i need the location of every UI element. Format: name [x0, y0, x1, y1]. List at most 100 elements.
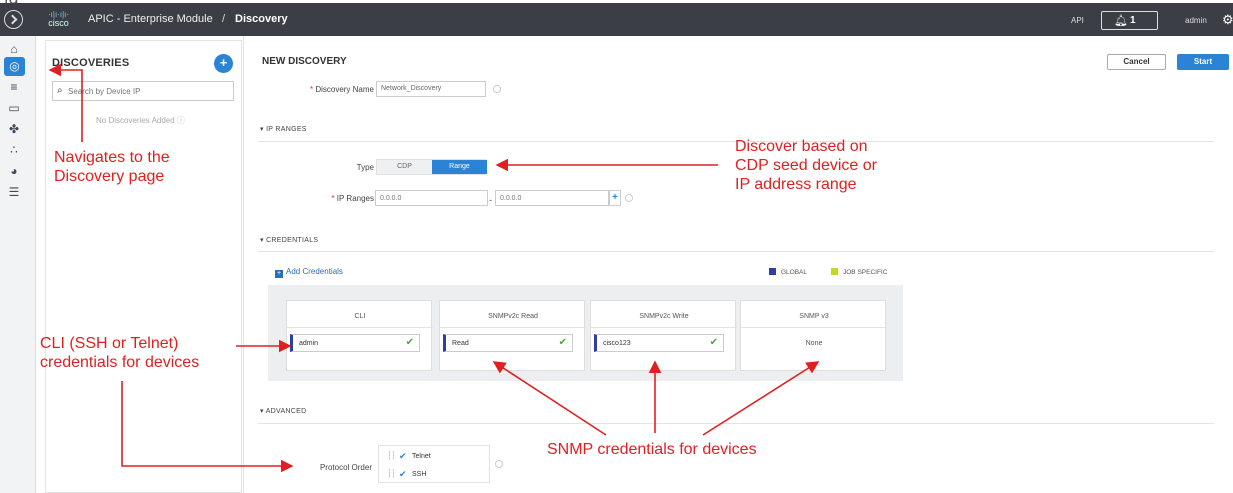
annotation-snmp: SNMP credentials for devices — [547, 441, 757, 458]
settings-list-icon[interactable]: ☰ — [7, 185, 21, 199]
home-icon[interactable]: ⌂ — [7, 42, 21, 56]
check-icon: ✔ — [558, 337, 567, 348]
snmp-v3-card: SNMP v3 None — [740, 300, 887, 371]
cli-credential-select[interactable]: admin ✔ — [290, 334, 420, 352]
plug-and-play-icon[interactable]: ◕ — [7, 164, 21, 178]
annotation-cli: CLI (SSH or Telnet) credentials for devi… — [40, 334, 199, 372]
start-button[interactable]: Start — [1177, 54, 1229, 70]
annotation-line: CDP seed device or — [735, 157, 877, 174]
empty-message: No Discoveries Added ⓘ — [96, 115, 185, 126]
info-icon: ⓘ — [176, 116, 185, 125]
discovery-name-label-text: Discovery Name — [315, 85, 374, 94]
new-discovery-form: NEW DISCOVERY Cancel Start * Discovery N… — [243, 36, 1233, 493]
discovery-name-label: * Discovery Name — [292, 85, 374, 94]
path-trace-icon[interactable]: ∴ — [7, 143, 21, 157]
annotation-line: IP address range — [735, 176, 857, 193]
notifications-button[interactable]: 🔔︎ 1 — [1101, 11, 1158, 30]
divider — [258, 251, 1214, 252]
card-header: SNMPv2c Write — [639, 313, 689, 320]
ip-ranges-section-toggle[interactable]: IP RANGES — [260, 125, 307, 133]
type-option-cdp[interactable]: CDP — [377, 160, 432, 174]
required-mark: * — [331, 194, 335, 203]
credential-value: admin — [299, 340, 319, 347]
advanced-section-toggle[interactable]: ADVANCED — [260, 407, 306, 415]
gear-icon[interactable]: ⚙ — [1222, 12, 1233, 28]
cli-credential-card: CLI admin ✔ — [286, 300, 433, 371]
user-menu[interactable]: admin — [1185, 16, 1207, 25]
annotation-line: Navigates to the — [54, 149, 170, 166]
expand-icon[interactable] — [4, 10, 23, 29]
app-title[interactable]: APIC - Enterprise Module — [88, 13, 213, 25]
legend-global: GLOBAL — [769, 268, 807, 276]
ip-ranges-label: * IP Ranges — [292, 194, 374, 203]
add-ip-range-button[interactable]: + — [609, 190, 621, 206]
type-option-range[interactable]: Range — [432, 160, 487, 174]
api-link[interactable]: API — [1071, 16, 1084, 25]
plus-icon: + — [275, 270, 283, 278]
cisco-logo-word: cisco — [48, 18, 69, 28]
divider — [741, 327, 887, 328]
database-icon[interactable]: ≡ — [7, 80, 21, 94]
divider — [258, 423, 1214, 424]
drag-handle-icon[interactable]: ┆┆ — [387, 451, 396, 460]
cancel-button[interactable]: Cancel — [1107, 54, 1166, 70]
protocol-order-label: Protocol Order — [319, 463, 372, 472]
ip-ranges-label-text: IP Ranges — [336, 194, 374, 203]
snmp-v3-value[interactable]: None — [741, 340, 887, 347]
top-bar: ·ı|ı·ı|ı· cisco APIC - Enterprise Module… — [0, 3, 1233, 36]
credential-value: cisco123 — [603, 340, 631, 347]
snmpv2c-read-select[interactable]: Read ✔ — [443, 334, 573, 352]
ip-range-end-input[interactable] — [495, 190, 609, 206]
snmpv2c-write-card: SNMPv2c Write cisco123 ✔ — [590, 300, 737, 371]
annotation-line: Discover based on — [735, 138, 868, 155]
divider — [591, 327, 737, 328]
add-credentials-label: Add Credentials — [286, 267, 343, 276]
ip-range-dash: - — [489, 195, 492, 205]
card-header: CLI — [354, 313, 366, 320]
protocol-label: SSH — [412, 471, 427, 478]
form-title: NEW DISCOVERY — [262, 56, 347, 67]
legend-job-specific: JOB SPECIFIC — [831, 268, 887, 276]
info-icon — [495, 460, 503, 468]
add-discovery-button[interactable]: + — [214, 54, 233, 73]
card-header: SNMP v3 — [799, 313, 829, 320]
check-icon[interactable]: ✔ — [399, 451, 407, 462]
annotation-line: CLI (SSH or Telnet) — [40, 335, 179, 352]
discovery-name-field[interactable]: Network_Discovery — [376, 81, 486, 97]
topology-icon[interactable]: ✤ — [7, 122, 21, 136]
ip-range-start-input[interactable] — [375, 190, 488, 206]
page: ig ·ı|ı·ı|ı· cisco APIC - Enterprise Mod… — [0, 0, 1233, 493]
snmpv2c-write-select[interactable]: cisco123 ✔ — [594, 334, 724, 352]
protocol-row-ssh[interactable]: ┆┆ ✔ SSH — [379, 466, 491, 484]
divider — [287, 327, 433, 328]
legend-global-label: GLOBAL — [781, 269, 808, 276]
info-icon — [625, 194, 633, 202]
annotation-navigates: Navigates to the Discovery page — [54, 148, 170, 186]
notification-count: 1 — [1130, 15, 1136, 26]
search-input[interactable] — [68, 85, 228, 97]
annotation-line: Discovery page — [54, 168, 165, 185]
add-credentials-link[interactable]: + Add Credentials — [275, 267, 343, 278]
breadcrumb-separator: / — [222, 13, 226, 25]
search-icon: ⌕ — [57, 85, 63, 96]
legend-swatch — [769, 268, 776, 275]
protocol-label: Telnet — [412, 453, 431, 460]
legend-swatch — [831, 268, 838, 275]
card-header: SNMPv2c Read — [488, 313, 538, 320]
drag-handle-icon[interactable]: ┆┆ — [387, 469, 396, 478]
legend-job-specific-label: JOB SPECIFIC — [843, 269, 888, 276]
annotation-discover-based: Discover based on CDP seed device or IP … — [735, 137, 877, 194]
monitor-icon[interactable]: ▭ — [7, 101, 21, 115]
search-box[interactable]: ⌕ — [52, 81, 234, 101]
credentials-section-toggle[interactable]: CREDENTIALS — [260, 236, 318, 244]
discoveries-title: DISCOVERIES — [52, 57, 130, 69]
snmpv2c-read-card: SNMPv2c Read Read ✔ — [439, 300, 586, 371]
icon-rail: ⌂ ◎ ≡ ▭ ✤ ∴ ◕ ☰ — [0, 36, 36, 493]
check-icon: ✔ — [709, 337, 718, 348]
check-icon[interactable]: ✔ — [399, 469, 407, 480]
type-label: Type — [356, 163, 374, 172]
protocol-row-telnet[interactable]: ┆┆ ✔ Telnet — [379, 448, 491, 466]
type-toggle[interactable]: CDP Range — [376, 159, 487, 175]
breadcrumb-discovery: Discovery — [235, 13, 288, 25]
discovery-icon[interactable]: ◎ — [4, 57, 25, 76]
